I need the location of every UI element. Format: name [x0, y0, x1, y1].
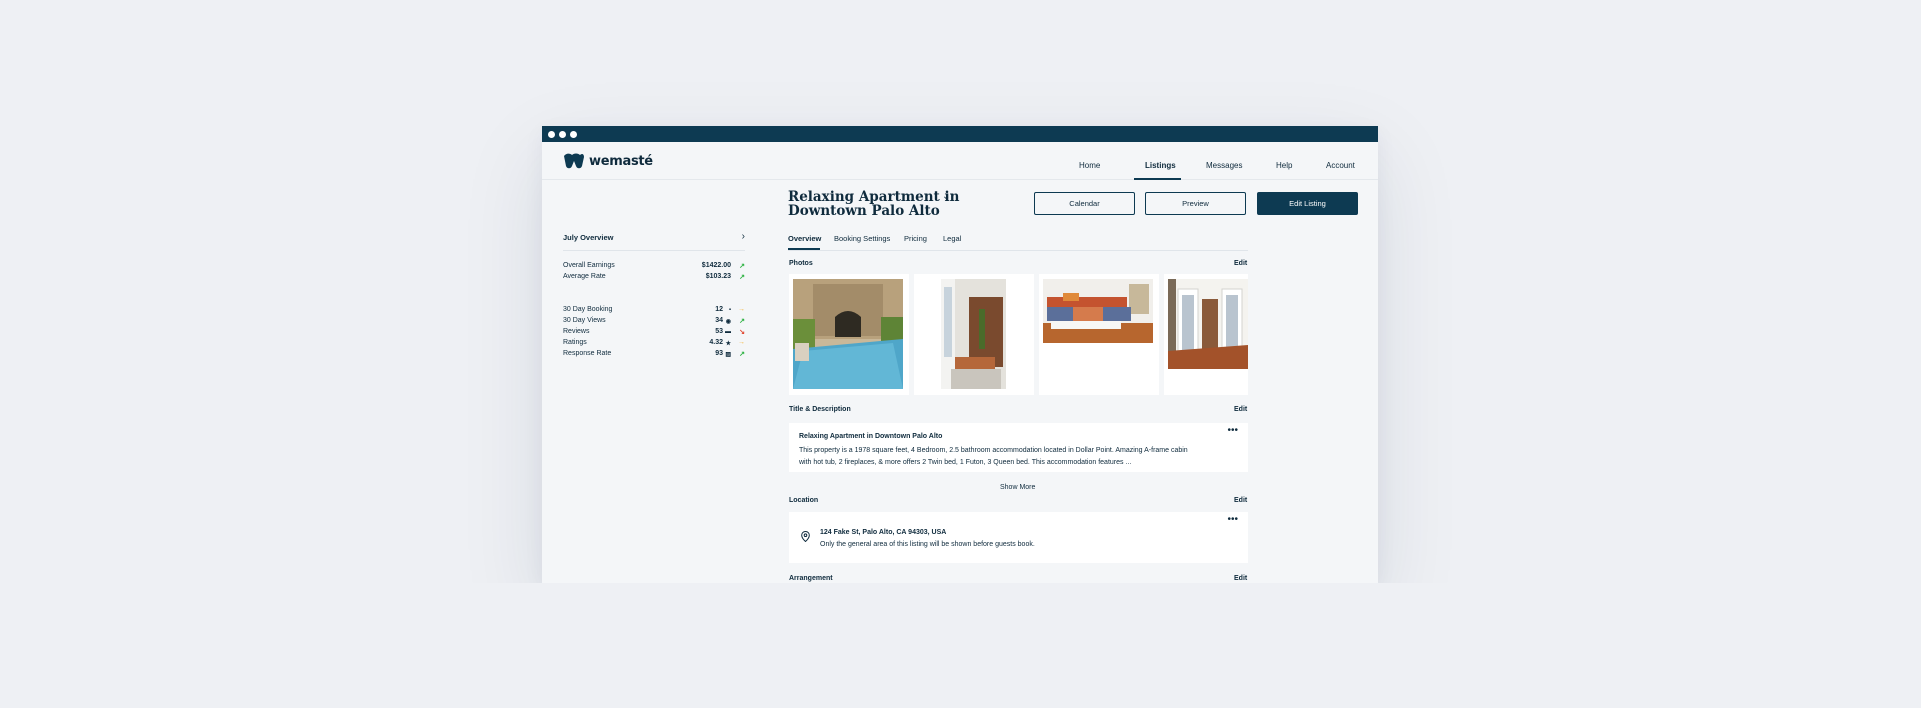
tab-active-indicator	[788, 248, 820, 250]
show-more-link[interactable]: Show More	[1000, 484, 1035, 491]
stat-value: 12	[715, 306, 723, 313]
description-card: ••• Relaxing Apartment in Downtown Palo …	[789, 423, 1248, 472]
preview-button[interactable]: Preview	[1145, 192, 1246, 215]
location-privacy-note: Only the general area of this listing wi…	[820, 541, 1035, 548]
percent-icon: ▨	[725, 352, 731, 358]
stat-value: 4.32	[709, 339, 723, 346]
star-icon: ★	[725, 341, 731, 347]
photo-card[interactable]	[789, 274, 909, 395]
title-description-edit-link[interactable]: Edit	[1234, 406, 1247, 413]
chevron-down-icon[interactable]: ⌄	[942, 191, 950, 202]
trend-flat-icon: →	[738, 306, 745, 313]
window-close-dot[interactable]	[548, 130, 555, 138]
patio-door-photo	[941, 279, 1006, 389]
trend-up-icon: ↗	[739, 263, 745, 270]
window-titlebar	[542, 126, 1378, 142]
stat-30-day-booking: 30 Day Booking 12 ▪ →	[563, 306, 745, 316]
location-edit-link[interactable]: Edit	[1234, 497, 1247, 504]
listing-title[interactable]: Relaxing Apartment in Downtown Palo Alto	[788, 190, 988, 218]
stat-label: Response Rate	[563, 350, 612, 357]
stat-label: Overall Earnings	[563, 262, 615, 269]
overview-header[interactable]: July Overview ›	[563, 231, 745, 251]
calendar-button[interactable]: Calendar	[1034, 192, 1135, 215]
stat-overall-earnings: Overall Earnings $1422.00 ↗	[563, 262, 745, 272]
tabs-divider	[788, 250, 1248, 251]
stat-response-rate: Response Rate 93 ▨ ↗	[563, 350, 745, 360]
window-minimize-dot[interactable]	[559, 130, 566, 138]
more-options-icon[interactable]: •••	[1227, 425, 1238, 436]
comment-icon: ▬	[725, 329, 731, 335]
trend-up-icon: ↗	[739, 351, 745, 358]
nav-home[interactable]: Home	[1079, 161, 1100, 170]
stat-ratings: Ratings 4.32 ★ →	[563, 339, 745, 349]
stat-value: 53	[715, 328, 723, 335]
brand-logo[interactable]: wemasté	[563, 152, 653, 170]
french-doors-photo	[1168, 279, 1248, 369]
tab-legal[interactable]: Legal	[943, 234, 961, 243]
title-description-section-label: Title & Description	[789, 406, 851, 413]
brand-name: wemasté	[589, 153, 653, 169]
stat-value: 34	[715, 317, 723, 324]
top-navigation: wemasté Home Listings Messages Help Acco…	[542, 142, 1378, 180]
stat-value: $103.23	[705, 273, 731, 280]
edit-listing-button[interactable]: Edit Listing	[1257, 192, 1358, 215]
tab-overview[interactable]: Overview	[788, 234, 821, 243]
nav-account[interactable]: Account	[1326, 161, 1355, 170]
more-options-icon[interactable]: •••	[1227, 514, 1238, 525]
description-heading: Relaxing Apartment in Downtown Palo Alto	[799, 433, 943, 440]
stat-average-rate: Average Rate $103.23 ↗	[563, 273, 745, 283]
location-card: ••• 124 Fake St, Palo Alto, CA 94303, US…	[789, 512, 1248, 563]
photo-card[interactable]	[914, 274, 1034, 395]
tab-booking-settings[interactable]: Booking Settings	[834, 234, 890, 243]
photos-section-label: Photos	[789, 260, 813, 267]
stat-label: Average Rate	[563, 273, 606, 280]
stat-label: Reviews	[563, 328, 590, 335]
nav-help[interactable]: Help	[1276, 161, 1292, 170]
tab-pricing[interactable]: Pricing	[904, 234, 927, 243]
stat-value: $1422.00	[701, 262, 731, 269]
arrangement-edit-link[interactable]: Edit	[1234, 575, 1247, 582]
nav-listings[interactable]: Listings	[1145, 161, 1176, 170]
page-background-bottom	[0, 583, 1921, 708]
location-section-label: Location	[789, 497, 819, 504]
brand-mark-icon	[564, 153, 584, 169]
description-body: This property is a 1978 square feet, 4 B…	[799, 447, 1188, 466]
pool-photo	[793, 279, 903, 389]
arrangement-section-label: Arrangement	[789, 575, 833, 582]
window-maximize-dot[interactable]	[570, 130, 577, 138]
trend-up-icon: ↗	[739, 318, 745, 325]
location-pin-icon	[801, 531, 810, 542]
stat-label: Ratings	[563, 339, 587, 346]
stat-reviews: Reviews 53 ▬ ↘	[563, 328, 745, 338]
location-address: 124 Fake St, Palo Alto, CA 94303, USA	[820, 529, 947, 536]
overview-title: July Overview	[563, 233, 614, 242]
photo-card[interactable]	[1164, 274, 1248, 395]
stat-value: 93	[715, 350, 723, 357]
eye-icon: ◉	[725, 319, 731, 325]
stat-label: 30 Day Views	[563, 317, 606, 324]
photo-card[interactable]	[1039, 274, 1159, 395]
nav-messages[interactable]: Messages	[1206, 161, 1242, 170]
chevron-right-icon[interactable]: ›	[742, 231, 745, 242]
nav-active-indicator	[1134, 178, 1181, 180]
trend-down-icon: ↘	[739, 329, 745, 336]
bedroom-photo	[1043, 279, 1153, 343]
trend-flat-icon: →	[738, 339, 745, 346]
stat-30-day-views: 30 Day Views 34 ◉ ↗	[563, 317, 745, 327]
photos-edit-link[interactable]: Edit	[1234, 260, 1247, 267]
stat-label: 30 Day Booking	[563, 306, 613, 313]
trend-up-icon: ↗	[739, 274, 745, 281]
calendar-icon: ▪	[728, 307, 731, 313]
